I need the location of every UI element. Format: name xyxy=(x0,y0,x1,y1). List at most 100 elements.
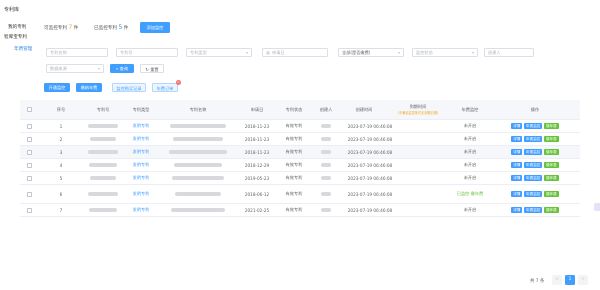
pay-fee-row-button[interactable]: 缴年费 xyxy=(543,175,559,181)
pay-fee-button[interactable]: 缴纳年费 xyxy=(76,83,102,92)
actions-cell: 详情 年费监控 缴年费 xyxy=(490,146,580,158)
row-checkbox[interactable] xyxy=(26,123,32,129)
patent-type-select[interactable]: 专利类型 ▾ xyxy=(186,48,252,57)
detail-button[interactable]: 详情 xyxy=(511,162,523,168)
redacted-patent-name xyxy=(175,192,221,196)
creator-cell xyxy=(310,172,342,184)
detail-button[interactable]: 详情 xyxy=(511,207,523,213)
patent-type-link[interactable]: 发明专利 xyxy=(122,133,160,145)
redacted-patent-no xyxy=(90,137,116,141)
patent-name-cell xyxy=(160,204,236,216)
data-source-select[interactable]: 数据来源 ▾ xyxy=(46,64,104,73)
creator-cell xyxy=(310,185,342,203)
table-row: 7 发明专利 2021-02-25 有效专利 2023-07-19 06:46:08 未开… xyxy=(20,204,580,217)
detail-button[interactable]: 详情 xyxy=(511,149,523,155)
fee-monitor-cell: 未开启 xyxy=(463,207,477,212)
monitorable-stat: 可监控专利 7 件 xyxy=(44,24,78,31)
fee-monitor-button[interactable]: 年费监控 xyxy=(524,175,543,181)
creator-cell xyxy=(310,120,342,132)
monitored-stat: 已监控专利 5 件 xyxy=(94,24,128,31)
monitored-count: 5 xyxy=(118,24,123,31)
table-row: 3 发明专利 2018-11-23 有效专利 2023-07-19 06:46:08 未开… xyxy=(20,146,580,159)
sidebar-item-zhiku-patents[interactable]: 智库宝专利 xyxy=(4,34,27,40)
table-row: 5 发明专利 2019-05-23 有效专利 2023-07-19 06:46:08 未开… xyxy=(20,172,580,185)
detail-button[interactable]: 详情 xyxy=(511,136,523,142)
patent-status-cell: 有效专利 xyxy=(285,191,303,196)
patent-status-cell: 有效专利 xyxy=(285,175,303,180)
apply-date-cell: 2018-06-12 xyxy=(244,191,270,197)
row-checkbox[interactable] xyxy=(26,149,32,155)
chevron-down-icon: ▾ xyxy=(97,66,100,71)
prev-page-button[interactable]: < xyxy=(552,275,562,285)
patent-type-link[interactable]: 发明专利 xyxy=(122,146,160,158)
open-monitor-button[interactable]: 开通监控 xyxy=(44,83,70,92)
patent-no-input[interactable]: 专利号 xyxy=(116,48,178,57)
payment-status-select[interactable]: 全部(是否缴费) ▾ xyxy=(338,48,404,57)
detail-button[interactable]: 详情 xyxy=(511,191,523,197)
fee-monitor-button[interactable]: 年费监控 xyxy=(524,191,543,197)
row-checkbox[interactable] xyxy=(26,162,32,168)
row-checkbox[interactable] xyxy=(26,136,32,142)
apply-date-cell: 2021-02-25 xyxy=(244,207,270,213)
pay-fee-row-button[interactable]: 缴年费 xyxy=(543,136,559,142)
col-header: 申请日 xyxy=(250,106,264,112)
patent-type-link[interactable]: 发明专利 xyxy=(122,185,160,203)
monitorable-count: 7 xyxy=(68,24,73,31)
sidebar-item-annual-fee[interactable]: 年费管理 xyxy=(14,46,32,52)
patent-type-link[interactable]: 发明专利 xyxy=(122,172,160,184)
detail-button[interactable]: 详情 xyxy=(511,175,523,181)
monitor-purchase-record-button[interactable]: 监控购买记录 xyxy=(112,83,146,92)
col-header: 年费监控 xyxy=(461,106,479,112)
row-index: 6 xyxy=(59,191,63,197)
patent-name-input[interactable]: 专利名称 xyxy=(46,48,108,57)
actions-cell: 详情 年费监控 缴年费 xyxy=(490,172,580,184)
pay-fee-row-button[interactable]: 缴年费 xyxy=(543,162,559,168)
col-header: 创建时间 xyxy=(355,106,373,112)
row-checkbox[interactable] xyxy=(26,207,32,213)
next-page-button[interactable]: > xyxy=(578,275,588,285)
fee-monitor-button[interactable]: 年费监控 xyxy=(524,207,543,213)
select-all-checkbox[interactable] xyxy=(26,107,32,112)
apply-date-picker[interactable]: ▦ 申请日 xyxy=(262,48,328,57)
patent-type-link[interactable]: 发明专利 xyxy=(122,159,160,171)
patent-type-link[interactable]: 发明专利 xyxy=(122,120,160,132)
fee-monitor-button[interactable]: 年费监控 xyxy=(524,123,543,129)
fee-monitor-button[interactable]: 年费监控 xyxy=(524,162,543,168)
payment-status-value: 全部(是否缴费) xyxy=(342,50,371,55)
fee-order-button[interactable]: 年费订单 xyxy=(152,83,178,92)
fee-monitor-button[interactable]: 年费监控 xyxy=(524,136,543,142)
patent-status-cell: 有效专利 xyxy=(285,136,303,141)
creator-input[interactable]: 创建人 xyxy=(484,48,534,57)
pay-fee-row-button[interactable]: 缴年费 xyxy=(543,149,559,155)
patent-name-cell xyxy=(160,133,236,145)
redacted-patent-no xyxy=(89,163,117,167)
add-monitor-button[interactable]: 添加监控 xyxy=(140,22,170,33)
patent-status-cell: 有效专利 xyxy=(285,149,303,154)
pagination-total: 共 7 条 xyxy=(530,279,545,284)
patent-status-cell: 有效专利 xyxy=(285,162,303,167)
sidebar-item-my-patents[interactable]: 我的专利 xyxy=(8,24,26,30)
pay-fee-row-button[interactable]: 缴年费 xyxy=(543,191,559,197)
page-1-button[interactable]: 1 xyxy=(565,275,575,285)
redacted-patent-no xyxy=(88,150,118,154)
pay-fee-row-button[interactable]: 缴年费 xyxy=(543,123,559,129)
fee-monitor-cell: 未开启 xyxy=(463,162,477,167)
fee-monitor-button[interactable]: 年费监控 xyxy=(524,149,543,155)
actions-cell: 详情 年费监控 缴年费 xyxy=(490,185,580,203)
detail-button[interactable]: 详情 xyxy=(511,123,523,129)
monitor-status-select[interactable]: 监控状态 ▾ xyxy=(412,48,478,57)
table-row: 6 发明专利 2018-06-12 有效专利 2023-07-19 06:46:08 已监… xyxy=(20,185,580,204)
row-checkbox[interactable] xyxy=(26,191,32,197)
reset-button[interactable]: ↻ 重置 xyxy=(140,64,164,73)
side-float-tab[interactable] xyxy=(594,203,600,211)
search-button[interactable]: ⌕ 查询 xyxy=(110,64,134,73)
patent-type-link[interactable]: 发明专利 xyxy=(122,204,160,216)
pay-fee-row-button[interactable]: 缴年费 xyxy=(543,207,559,213)
patent-status-cell: 有效专利 xyxy=(285,207,303,212)
creator-cell xyxy=(310,146,342,158)
apply-date-cell: 2018-11-23 xyxy=(244,136,270,142)
col-header: 专利号 xyxy=(96,106,110,112)
creator-cell xyxy=(310,133,342,145)
row-checkbox[interactable] xyxy=(26,175,32,181)
col-header: 专利名称 xyxy=(189,106,207,112)
